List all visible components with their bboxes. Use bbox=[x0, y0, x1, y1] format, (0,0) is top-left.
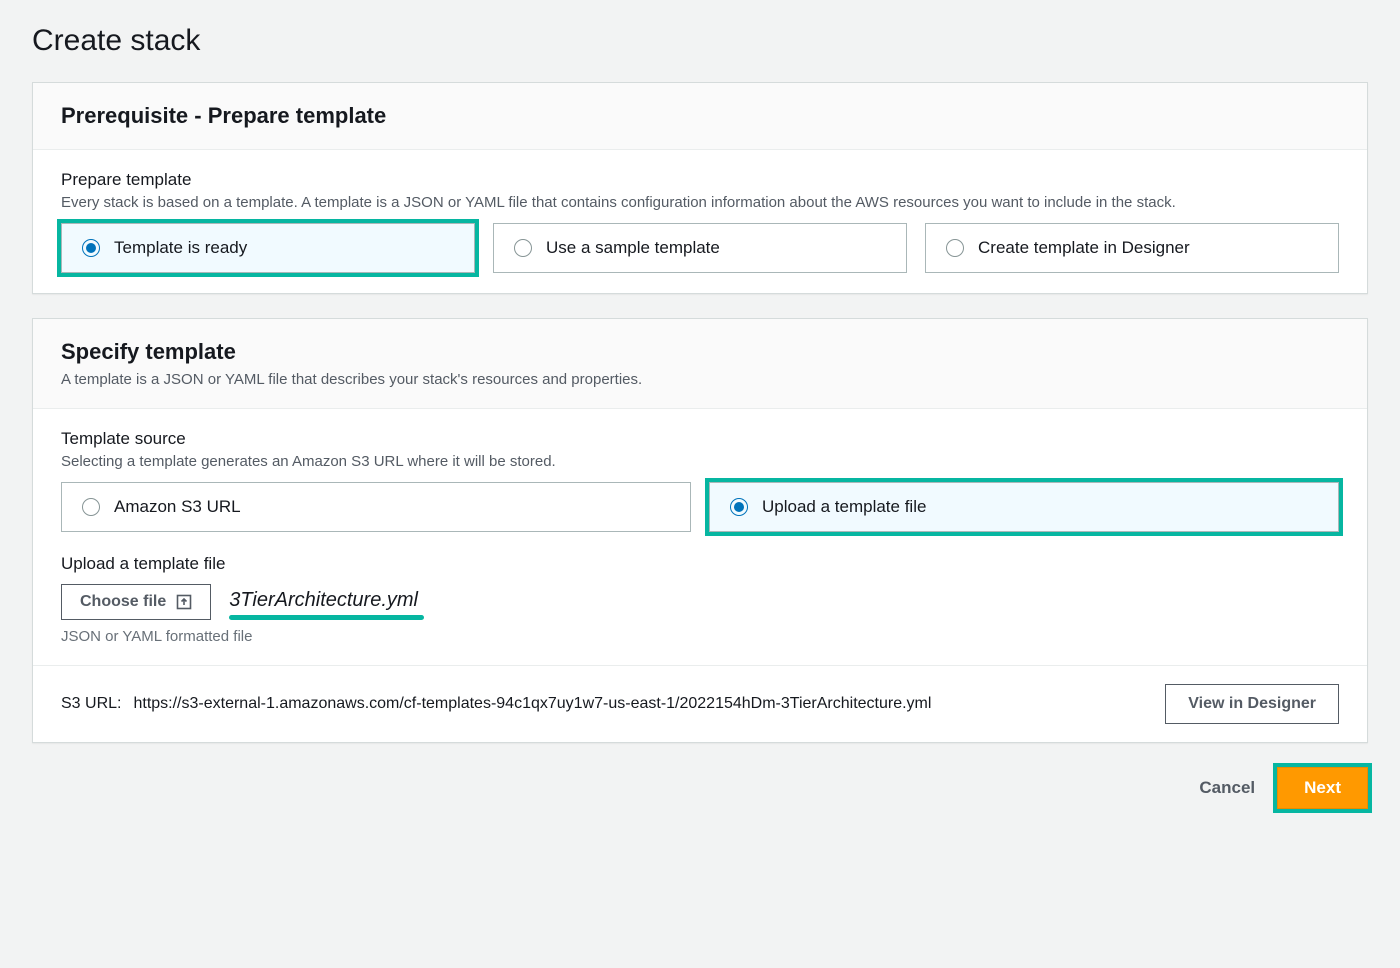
prepare-template-options: Template is ready Use a sample template … bbox=[61, 223, 1339, 273]
panel-specify-footer: S3 URL: https://s3-external-1.amazonaws.… bbox=[33, 665, 1367, 742]
choose-file-button[interactable]: Choose file bbox=[61, 584, 211, 620]
panel-prerequisite-title: Prerequisite - Prepare template bbox=[61, 103, 1339, 129]
template-source-desc: Selecting a template generates an Amazon… bbox=[61, 453, 1339, 470]
panel-prerequisite: Prerequisite - Prepare template Prepare … bbox=[32, 82, 1368, 294]
next-button[interactable]: Next bbox=[1277, 767, 1368, 809]
radio-icon bbox=[82, 239, 100, 257]
uploaded-filename: 3TierArchitecture.yml bbox=[229, 589, 418, 616]
file-format-hint: JSON or YAML formatted file bbox=[61, 628, 1339, 645]
option-s3-url-label: Amazon S3 URL bbox=[114, 497, 241, 517]
option-template-ready[interactable]: Template is ready bbox=[61, 223, 475, 273]
option-upload-file-label: Upload a template file bbox=[762, 497, 926, 517]
template-source-options: Amazon S3 URL Upload a template file bbox=[61, 482, 1339, 532]
prepare-template-label: Prepare template bbox=[61, 170, 1339, 190]
option-s3-url[interactable]: Amazon S3 URL bbox=[61, 482, 691, 532]
radio-icon bbox=[514, 239, 532, 257]
panel-specify-body: Template source Selecting a template gen… bbox=[33, 409, 1367, 665]
s3-url-row: S3 URL: https://s3-external-1.amazonaws.… bbox=[61, 695, 931, 713]
option-sample-template[interactable]: Use a sample template bbox=[493, 223, 907, 273]
option-sample-template-label: Use a sample template bbox=[546, 238, 720, 258]
page-title: Create stack bbox=[32, 24, 1368, 58]
s3-url-value: https://s3-external-1.amazonaws.com/cf-t… bbox=[133, 695, 931, 713]
radio-icon bbox=[946, 239, 964, 257]
choose-file-label: Choose file bbox=[80, 593, 166, 611]
cancel-button[interactable]: Cancel bbox=[1199, 778, 1255, 798]
upload-icon bbox=[176, 594, 192, 610]
panel-prerequisite-header: Prerequisite - Prepare template bbox=[33, 83, 1367, 150]
s3-url-label: S3 URL: bbox=[61, 695, 121, 713]
panel-specify-header: Specify template A template is a JSON or… bbox=[33, 319, 1367, 409]
panel-specify-title: Specify template bbox=[61, 339, 1339, 365]
prepare-template-desc: Every stack is based on a template. A te… bbox=[61, 194, 1339, 211]
option-template-ready-label: Template is ready bbox=[114, 238, 247, 258]
panel-prerequisite-body: Prepare template Every stack is based on… bbox=[33, 150, 1367, 293]
option-upload-file[interactable]: Upload a template file bbox=[709, 482, 1339, 532]
choose-file-row: Choose file 3TierArchitecture.yml bbox=[61, 584, 1339, 620]
page-actions: Cancel Next bbox=[32, 767, 1368, 809]
panel-specify-subtitle: A template is a JSON or YAML file that d… bbox=[61, 371, 1339, 388]
radio-icon bbox=[730, 498, 748, 516]
option-create-designer-label: Create template in Designer bbox=[978, 238, 1190, 258]
view-in-designer-button[interactable]: View in Designer bbox=[1165, 684, 1339, 724]
panel-specify-template: Specify template A template is a JSON or… bbox=[32, 318, 1368, 743]
radio-icon bbox=[82, 498, 100, 516]
option-create-designer[interactable]: Create template in Designer bbox=[925, 223, 1339, 273]
template-source-label: Template source bbox=[61, 429, 1339, 449]
upload-template-label: Upload a template file bbox=[61, 554, 1339, 574]
